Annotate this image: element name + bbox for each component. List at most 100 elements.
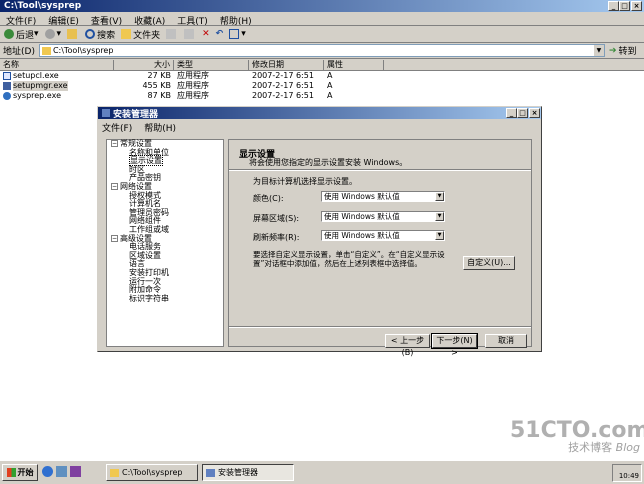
- move-to-button[interactable]: [164, 27, 180, 41]
- forward-button[interactable]: ▾: [43, 27, 64, 41]
- col-size[interactable]: 大小: [114, 60, 174, 70]
- screen-area-select[interactable]: 使用 Windows 默认值 ▼: [321, 211, 445, 222]
- file-name: setupcl.exe: [13, 71, 59, 80]
- task-explorer[interactable]: C:\Tool\sysprep: [106, 464, 198, 481]
- watermark-sub-line: 技术博客 Blog: [510, 442, 640, 454]
- menu-edit[interactable]: 编辑(E): [48, 14, 79, 27]
- tree-node[interactable]: 名称和单位: [107, 148, 223, 158]
- collapse-toggle-icon[interactable]: −: [111, 182, 118, 190]
- close-button[interactable]: ×: [631, 1, 642, 11]
- chevron-down-icon: ▼: [435, 192, 444, 201]
- sysprep-icon: [3, 92, 11, 100]
- folders-icon: [121, 29, 132, 39]
- color-label: 颜色(C):: [253, 194, 284, 203]
- dialog-menubar: 文件(F) 帮助(H): [98, 119, 541, 136]
- col-date[interactable]: 修改日期: [249, 60, 324, 70]
- back-button[interactable]: 后退 ▾: [2, 27, 41, 41]
- delete-button[interactable]: ✕: [200, 27, 212, 41]
- task-explorer-label: C:\Tool\sysprep: [122, 468, 183, 477]
- tree-node[interactable]: 安装打印机: [107, 268, 223, 278]
- dialog-close-button[interactable]: ×: [529, 108, 540, 118]
- minimize-button[interactable]: _: [608, 1, 619, 11]
- start-button[interactable]: 开始: [2, 464, 38, 481]
- dialog-minimize-button[interactable]: _: [506, 108, 517, 118]
- file-type: 应用程序: [177, 81, 209, 90]
- copy-to-button[interactable]: [182, 27, 198, 41]
- file-date: 2007-2-17 6:51: [252, 91, 314, 100]
- explorer-toolbar: 后退 ▾ ▾ 搜索 文件夹 ✕ ↶ ▾: [0, 26, 644, 43]
- col-type[interactable]: 类型: [174, 60, 249, 70]
- col-attr[interactable]: 属性: [324, 60, 384, 70]
- task-setup-label: 安装管理器: [218, 468, 258, 477]
- maximize-button[interactable]: □: [619, 1, 630, 11]
- file-name: setupmgr.exe: [13, 81, 68, 91]
- vs-icon[interactable]: [70, 466, 81, 477]
- pane-intro: 为目标计算机选择显示设置。: [253, 177, 357, 186]
- tree-node[interactable]: − 高级设置: [107, 234, 223, 244]
- setup-manager-icon: [3, 82, 11, 90]
- views-icon: [229, 29, 240, 39]
- folder-icon: [110, 468, 119, 477]
- views-button[interactable]: ▾: [227, 27, 248, 41]
- menu-help[interactable]: 帮助(H): [220, 14, 252, 27]
- clock[interactable]: 10:49: [619, 472, 639, 480]
- menu-favorites[interactable]: 收藏(A): [134, 14, 165, 27]
- refresh-label: 刷新频率(R):: [253, 233, 300, 242]
- dialog-titlebar: 安装管理器 _ □ ×: [98, 107, 541, 120]
- tree-node[interactable]: 管理员密码: [107, 208, 223, 218]
- address-dropdown-arrow[interactable]: ▼: [593, 45, 604, 56]
- tree-node[interactable]: 标识字符串: [107, 294, 223, 304]
- start-label: 开始: [17, 468, 34, 477]
- file-attr: A: [327, 91, 333, 100]
- tree-node[interactable]: 显示设置: [107, 155, 223, 167]
- tree-node[interactable]: 授权模式: [107, 191, 223, 201]
- tree-node[interactable]: 区域设置: [107, 251, 223, 261]
- dialog-maximize-button[interactable]: □: [517, 108, 528, 118]
- address-value: C:\Tool\sysprep: [52, 46, 114, 55]
- cancel-button[interactable]: 取消: [485, 334, 527, 348]
- undo-icon: ↶: [215, 29, 224, 39]
- refresh-rate-select[interactable]: 使用 Windows 默认值 ▼: [321, 230, 445, 241]
- up-folder-button[interactable]: [65, 27, 81, 41]
- dialog-title: 安装管理器: [113, 109, 159, 120]
- tree-node[interactable]: 电话服务: [107, 242, 223, 252]
- window-title: C:\Tool\sysprep: [4, 1, 82, 11]
- file-date: 2007-2-17 6:51: [252, 81, 314, 90]
- taskbar: 开始 C:\Tool\sysprep 安装管理器 10:49: [0, 460, 644, 484]
- file-row[interactable]: sysprep.exe 87 KB 应用程序 2007-2-17 6:51 A: [0, 91, 644, 101]
- color-select[interactable]: 使用 Windows 默认值 ▼: [321, 191, 445, 202]
- tree-node[interactable]: − 网络设置: [107, 182, 223, 192]
- menu-tools[interactable]: 工具(T): [177, 14, 208, 27]
- dialog-menu-file[interactable]: 文件(F): [102, 121, 132, 134]
- menu-view[interactable]: 查看(V): [91, 14, 122, 27]
- file-size: 87 KB: [147, 91, 171, 100]
- undo-button[interactable]: ↶: [214, 27, 226, 41]
- collapse-toggle-icon[interactable]: −: [111, 234, 118, 242]
- collapse-toggle-icon[interactable]: −: [111, 140, 118, 147]
- next-step-button[interactable]: 下一步(N) >: [431, 333, 478, 357]
- ie-icon[interactable]: [42, 466, 53, 477]
- file-name-cell: setupmgr.exe: [0, 81, 114, 91]
- folders-button[interactable]: 文件夹: [119, 27, 162, 41]
- file-row[interactable]: setupcl.exe 27 KB 应用程序 2007-2-17 6:51 A: [0, 71, 644, 81]
- system-tray: 10:49: [612, 464, 642, 482]
- show-desktop-icon[interactable]: [56, 466, 67, 477]
- delete-icon: ✕: [202, 29, 210, 39]
- task-setup-manager[interactable]: 安装管理器: [202, 464, 294, 481]
- tree-node[interactable]: 时区: [107, 165, 223, 175]
- tree-node[interactable]: 运行一次: [107, 277, 223, 287]
- file-name-cell: sysprep.exe: [0, 91, 114, 101]
- menu-file[interactable]: 文件(F): [6, 14, 36, 27]
- go-button[interactable]: ➔ 转到: [609, 44, 637, 58]
- refresh-value: 使用 Windows 默认值: [324, 231, 400, 240]
- back-step-button[interactable]: < 上一步(B): [385, 334, 430, 357]
- file-row[interactable]: setupmgr.exe 455 KB 应用程序 2007-2-17 6:51 …: [0, 81, 644, 91]
- dialog-menu-help[interactable]: 帮助(H): [144, 121, 176, 134]
- search-button[interactable]: 搜索: [83, 27, 117, 41]
- file-type: 应用程序: [177, 71, 209, 80]
- settings-pane: 显示设置 将会使用您指定的显示设置安装 Windows。 为目标计算机选择显示设…: [228, 139, 532, 357]
- custom-button[interactable]: 自定义(U)...: [463, 256, 515, 270]
- folder-icon: [41, 46, 51, 55]
- col-name[interactable]: 名称: [0, 60, 114, 70]
- address-field[interactable]: C:\Tool\sysprep ▼: [38, 44, 605, 57]
